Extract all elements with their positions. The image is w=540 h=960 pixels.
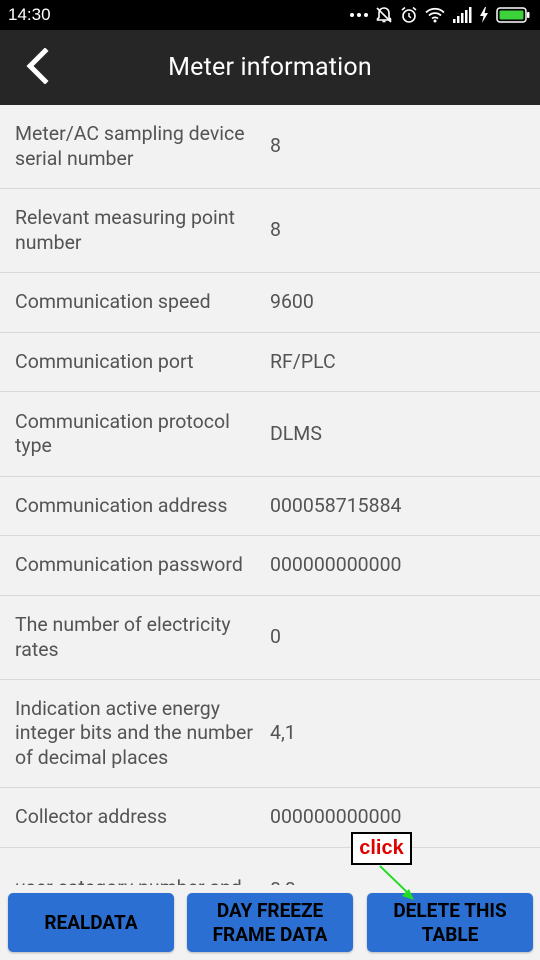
row-label: The number of electricity rates (15, 613, 231, 661)
info-row-energy-bits: Indication active energy integer bits an… (0, 680, 540, 788)
status-bar: 14:30 (0, 0, 540, 30)
row-value: 0,0 (270, 876, 540, 885)
meter-info-list[interactable]: Meter/AC sampling device serial number 8… (0, 105, 540, 885)
row-label: Communication address (15, 493, 228, 517)
row-value: 8 (270, 134, 281, 158)
info-row-collector-address: Collector address 000000000000 (0, 788, 540, 848)
row-value: RF/PLC (270, 349, 336, 373)
info-row-electricity-rates: The number of electricity rates 0 (0, 596, 540, 680)
row-value: 000058715884 (270, 493, 402, 517)
battery-icon (496, 7, 530, 23)
day-freeze-frame-data-button[interactable]: DAY FREEZE FRAME DATA (187, 893, 353, 952)
row-value: 000000000000 (270, 553, 402, 577)
row-label: Indication active energy integer bits an… (15, 696, 253, 769)
row-value: 8 (270, 218, 281, 242)
info-row-protocol-type: Communication protocol type DLMS (0, 392, 540, 477)
app-bar: Meter information (0, 30, 540, 105)
charging-bolt-icon (479, 7, 489, 23)
info-row-measuring-point: Relevant measuring point number 8 (0, 189, 540, 273)
row-label: Communication protocol type (15, 409, 230, 458)
page-title: Meter information (168, 53, 372, 82)
info-row-comm-password: Communication password 000000000000 (0, 536, 540, 596)
row-value: 0 (270, 625, 281, 649)
info-row-comm-port: Communication port RF/PLC (0, 333, 540, 392)
status-icons (350, 6, 530, 24)
alarm-clock-icon (400, 6, 418, 24)
signal-icon (452, 7, 472, 23)
info-row-user-category: user category number and 0,0 (0, 848, 540, 885)
bottom-button-bar: REALDATA DAY FREEZE FRAME DATA DELETE TH… (0, 885, 540, 960)
row-value: DLMS (270, 421, 322, 445)
row-label: user category number and (15, 876, 270, 885)
row-value: 9600 (270, 290, 314, 314)
info-row-serial-number: Meter/AC sampling device serial number 8 (0, 105, 540, 189)
row-label: Communication speed (15, 290, 211, 314)
row-label: Meter/AC sampling device serial number (15, 122, 245, 170)
delete-this-table-button[interactable]: DELETE THIS TABLE (367, 893, 533, 952)
row-label: Communication port (15, 349, 194, 373)
row-label: Relevant measuring point number (15, 206, 235, 254)
screen: 14:30 Meter information Meter/AC samplin… (0, 0, 540, 960)
row-label: Collector address (15, 805, 168, 829)
wifi-icon (425, 7, 445, 23)
alarm-off-icon (375, 6, 393, 24)
more-dots-icon (350, 12, 368, 18)
click-annotation-label: click (351, 832, 412, 865)
row-label: Communication password (15, 553, 243, 577)
row-value: 4,1 (270, 721, 296, 745)
info-row-comm-address: Communication address 000058715884 (0, 477, 540, 536)
row-value: 000000000000 (270, 805, 402, 829)
status-time: 14:30 (8, 5, 51, 24)
info-row-comm-speed: Communication speed 9600 (0, 273, 540, 333)
realdata-button[interactable]: REALDATA (8, 893, 174, 952)
